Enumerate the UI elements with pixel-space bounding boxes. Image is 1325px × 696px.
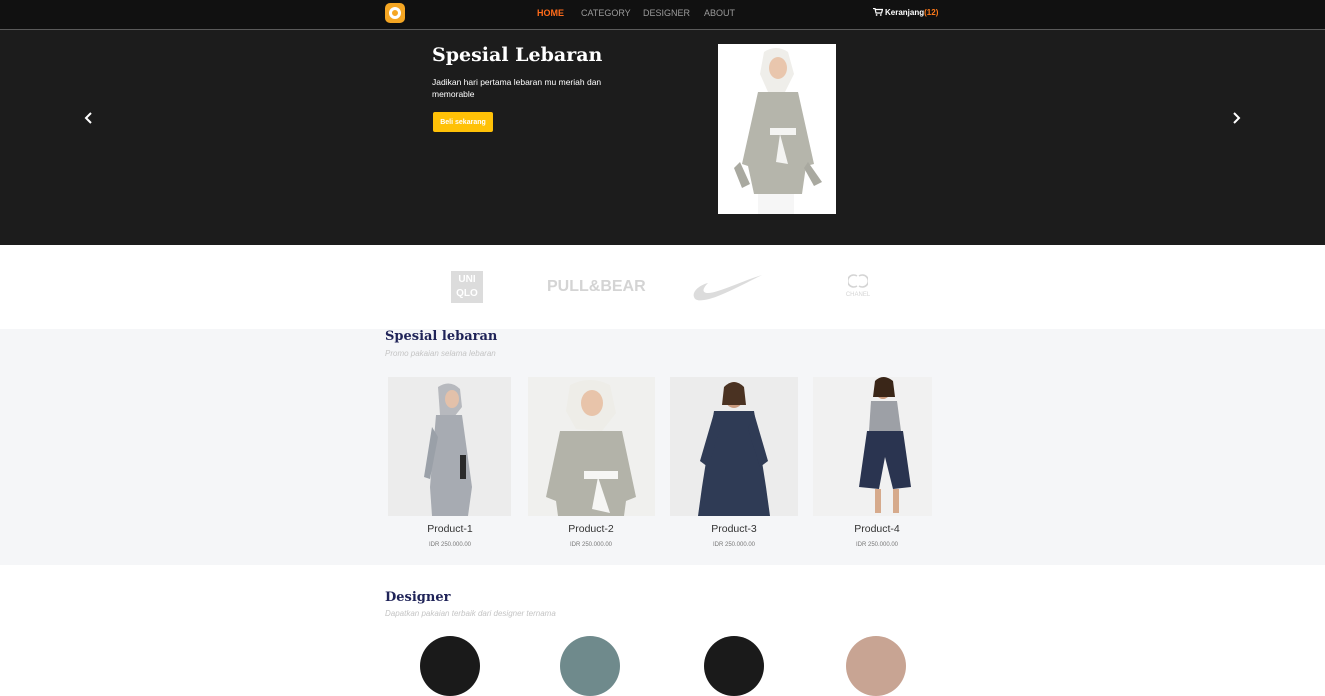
brand-uniqlo-line1: UNI	[458, 274, 476, 285]
product-image	[813, 377, 932, 516]
brand-logos: UNI QLO PULL&BEAR CHANEL	[0, 245, 1325, 329]
nav-home[interactable]: HOME	[537, 8, 564, 18]
designer-avatar[interactable]	[560, 636, 620, 696]
chevron-left-icon[interactable]	[81, 110, 97, 126]
product-image	[528, 377, 655, 516]
product-name: Product-1	[427, 523, 473, 535]
chanel-cc-icon	[846, 274, 870, 288]
cart-icon	[873, 8, 883, 16]
brand-chanel-text: CHANEL	[845, 292, 871, 298]
product-image	[670, 377, 798, 516]
special-section: Spesial lebaran Promo pakaian selama leb…	[0, 329, 1325, 565]
nav-about[interactable]: ABOUT	[704, 8, 735, 18]
designer-avatar[interactable]	[420, 636, 480, 696]
brand-chanel-logo: CHANEL	[838, 273, 878, 298]
brand-uniqlo-logo: UNI QLO	[451, 271, 483, 303]
product-price: IDR 250.000.00	[855, 542, 899, 548]
buy-now-button[interactable]: Beli sekarang	[433, 112, 493, 132]
designer-avatar[interactable]	[846, 636, 906, 696]
designer-subtitle: Dapatkan pakaian terbaik dari designer t…	[385, 609, 556, 618]
product-price: IDR 250.000.00	[428, 542, 472, 548]
hero-carousel: Spesial Lebaran Jadikan hari pertama leb…	[0, 30, 1325, 245]
cart-label: Keranjang	[885, 8, 925, 17]
brand-pullbear-logo: PULL&BEAR	[547, 278, 646, 295]
designer-section: Designer Dapatkan pakaian terbaik dari d…	[0, 565, 1325, 696]
product-card[interactable]: Product-4 IDR 250.000.00	[812, 377, 942, 557]
product-image	[388, 377, 511, 516]
brand-uniqlo-line2: QLO	[456, 288, 478, 299]
cart-button[interactable]: Keranjang(12)	[873, 8, 938, 17]
product-name: Product-2	[568, 523, 614, 535]
product-card[interactable]: Product-3 IDR 250.000.00	[669, 377, 799, 557]
nav-designer[interactable]: DESIGNER	[643, 8, 690, 18]
product-price: IDR 250.000.00	[712, 542, 756, 548]
hero-product-image	[718, 44, 836, 214]
product-card[interactable]: Product-2 IDR 250.000.00	[526, 377, 656, 557]
top-navbar: HOME CATEGORY DESIGNER ABOUT Keranjang(1…	[0, 0, 1325, 30]
product-price: IDR 250.000.00	[569, 542, 613, 548]
product-card[interactable]: Product-1 IDR 250.000.00	[385, 377, 515, 557]
brand-nike-logo	[693, 275, 762, 301]
designer-avatar[interactable]	[704, 636, 764, 696]
special-title: Spesial lebaran	[385, 329, 498, 344]
hero-text: Jadikan hari pertama lebaran mu meriah d…	[432, 77, 602, 99]
product-name: Product-3	[711, 523, 757, 535]
cart-count: (12)	[924, 8, 939, 17]
designer-title: Designer	[385, 590, 451, 605]
logo-ring-icon[interactable]	[385, 3, 405, 23]
special-subtitle: Promo pakaian selama lebaran	[385, 349, 496, 358]
hero-title: Spesial Lebaran	[432, 44, 603, 66]
nav-category[interactable]: CATEGORY	[581, 8, 631, 18]
chevron-right-icon[interactable]	[1228, 110, 1244, 126]
product-name: Product-4	[854, 523, 900, 535]
